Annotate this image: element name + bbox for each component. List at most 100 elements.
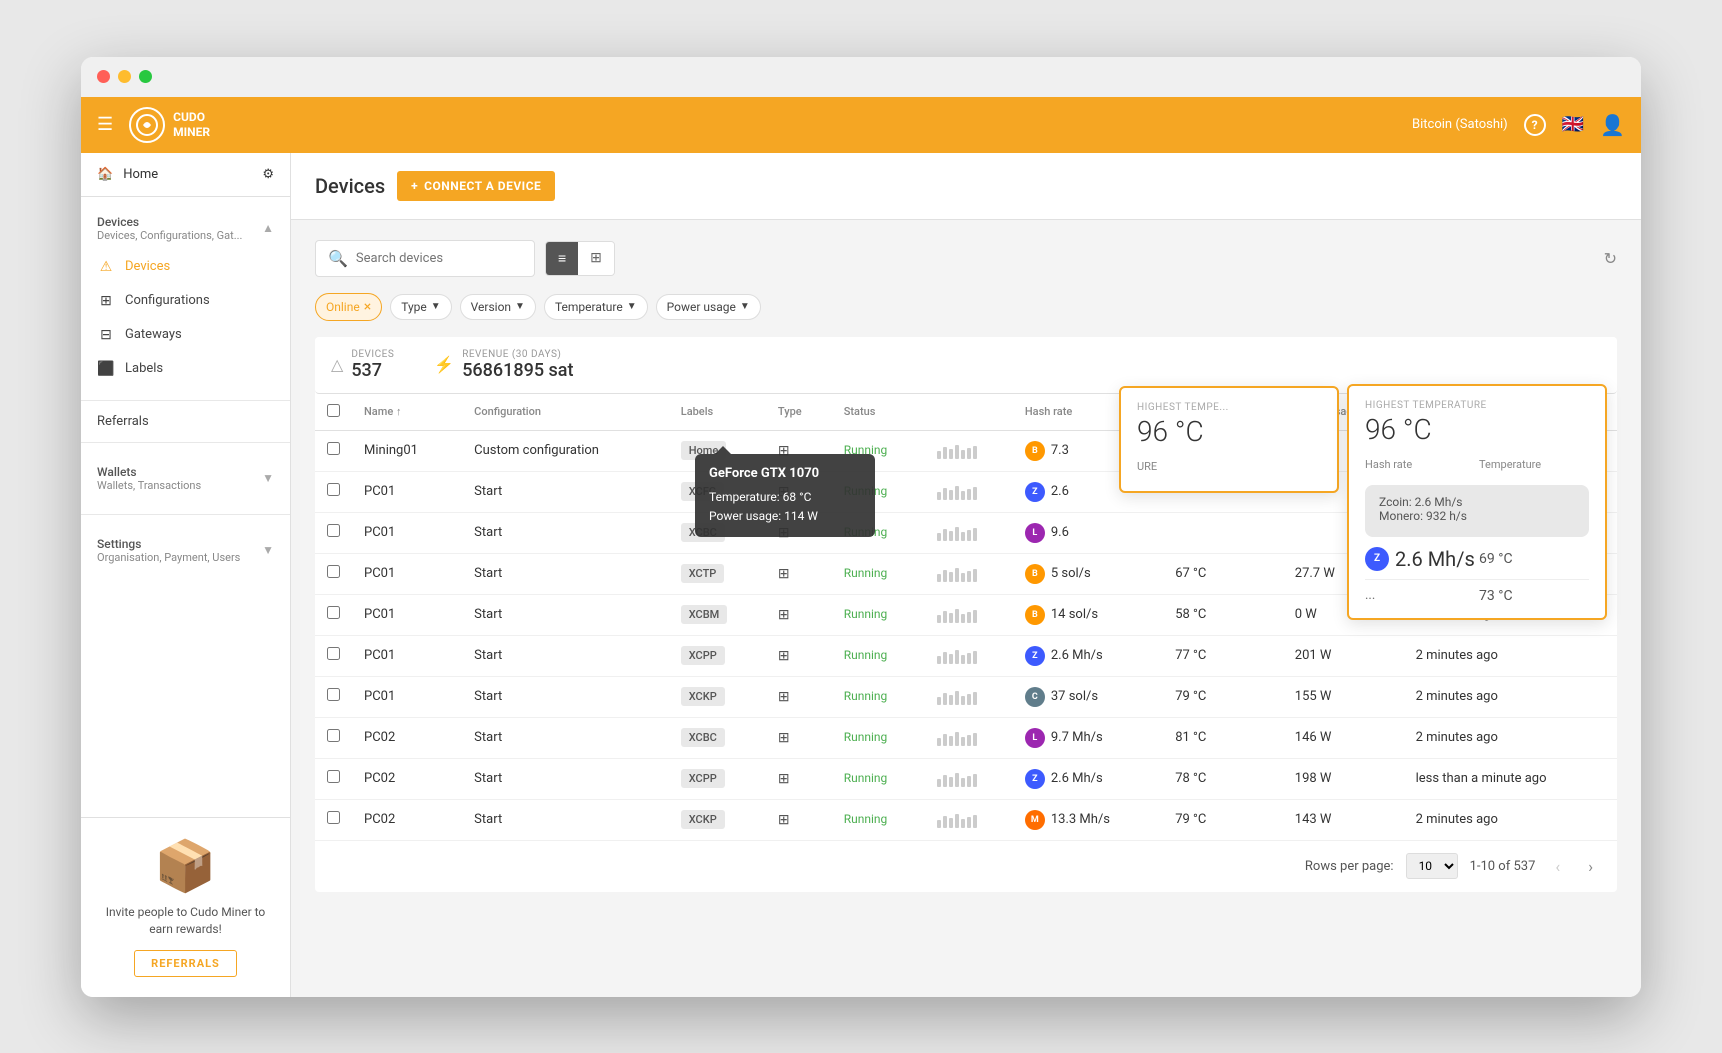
row-hashrate: M 13.3 Mh/s bbox=[1013, 799, 1163, 840]
filter-chip-online[interactable]: Online × bbox=[315, 293, 382, 321]
search-box[interactable]: 🔍 bbox=[315, 240, 535, 277]
wallets-expand-icon[interactable]: ▼ bbox=[262, 471, 274, 485]
rows-per-page-select[interactable]: 10 25 50 bbox=[1406, 853, 1458, 879]
table-row[interactable]: PC02 Start XCKP ⊞ Running M 13.3 Mh/s 79… bbox=[315, 799, 1617, 840]
th-type: Type bbox=[766, 394, 832, 431]
settings-expand-icon[interactable]: ▼ bbox=[262, 543, 274, 557]
sidebar-wallets-header[interactable]: Wallets Wallets, Transactions ▼ bbox=[81, 457, 290, 500]
sidebar-collapse-icon[interactable]: ▲ bbox=[262, 221, 274, 235]
sidebar-wallets-title: Wallets bbox=[97, 465, 201, 479]
row-lastseen: 2 minutes ago bbox=[1404, 635, 1617, 676]
filter-power-label: Power usage bbox=[667, 300, 736, 314]
revenue-stat: ⚡ REVENUE (30 DAYS) 56861895 sat bbox=[434, 349, 573, 381]
row-checkbox[interactable] bbox=[327, 442, 340, 455]
row-checkbox[interactable] bbox=[327, 770, 340, 783]
row-type: ⊞ bbox=[766, 635, 832, 676]
prev-page-button[interactable]: ‹ bbox=[1547, 853, 1568, 880]
hover-card-row2-temp: 73 °C bbox=[1479, 588, 1589, 604]
row-checkbox[interactable] bbox=[327, 565, 340, 578]
row-bars bbox=[925, 717, 1013, 758]
row-checkbox[interactable] bbox=[327, 647, 340, 660]
row-temp: 79 °C bbox=[1163, 799, 1283, 840]
home-label: Home bbox=[123, 167, 158, 182]
help-icon[interactable]: ? bbox=[1524, 114, 1546, 136]
list-view-button[interactable]: ≡ bbox=[546, 242, 578, 275]
row-temp: 78 °C bbox=[1163, 758, 1283, 799]
row-checkbox-cell bbox=[315, 758, 352, 799]
th-name[interactable]: Name ↑ bbox=[352, 394, 462, 431]
search-input[interactable] bbox=[356, 251, 522, 266]
sidebar-item-gateways[interactable]: ⊟ Gateways bbox=[81, 318, 290, 352]
row-checkbox[interactable] bbox=[327, 524, 340, 537]
settings-gear-icon[interactable]: ⚙ bbox=[262, 167, 274, 182]
sidebar-settings-header[interactable]: Settings Organisation, Payment, Users ▼ bbox=[81, 529, 290, 572]
page-range-label: 1-10 of 537 bbox=[1470, 859, 1536, 874]
revenue-stat-label: REVENUE (30 DAYS) bbox=[462, 349, 573, 360]
hover-card-inner-temp: 69 °C bbox=[1479, 551, 1589, 567]
table-row[interactable]: PC02 Start XCPP ⊞ Running Z 2.6 Mh/s 78 … bbox=[315, 758, 1617, 799]
plus-icon: + bbox=[411, 179, 418, 193]
row-checkbox[interactable] bbox=[327, 811, 340, 824]
row-config: Start bbox=[462, 512, 669, 553]
row-name: PC02 bbox=[352, 717, 462, 758]
row-checkbox[interactable] bbox=[327, 606, 340, 619]
row-checkbox[interactable] bbox=[327, 729, 340, 742]
next-page-button[interactable]: › bbox=[1580, 853, 1601, 880]
row-checkbox-cell bbox=[315, 594, 352, 635]
table-row[interactable]: PC01 Start XCKP ⊞ Running C 37 sol/s 79 … bbox=[315, 676, 1617, 717]
hover-card-inner-title: Zcoin: 2.6 Mh/sMonero: 932 h/s bbox=[1379, 495, 1575, 523]
row-power: 143 W bbox=[1283, 799, 1404, 840]
row-hashrate: Z 2.6 Mh/s bbox=[1013, 758, 1163, 799]
th-checkbox bbox=[315, 394, 352, 431]
temp-chevron-icon: ▼ bbox=[627, 301, 637, 312]
row-checkbox-cell bbox=[315, 676, 352, 717]
filter-remove-icon[interactable]: × bbox=[364, 299, 371, 315]
gateways-icon: ⊟ bbox=[97, 327, 115, 343]
view-toggle: ≡ ⊞ bbox=[545, 241, 615, 276]
row-bars bbox=[925, 799, 1013, 840]
hamburger-icon[interactable]: ☰ bbox=[97, 114, 113, 135]
row-label: XCTP bbox=[669, 553, 766, 594]
sidebar-item-referrals[interactable]: Referrals bbox=[81, 405, 290, 438]
hover-card-left: HIGHEST TEMPE... 96 °C URE bbox=[1119, 386, 1339, 493]
hover-card-hash-col-header: Hash rate bbox=[1365, 458, 1475, 471]
select-all-checkbox[interactable] bbox=[327, 404, 340, 417]
table-row[interactable]: PC02 Start XCBC ⊞ Running L 9.7 Mh/s 81 … bbox=[315, 717, 1617, 758]
sidebar-item-configurations[interactable]: ⊞ Configurations bbox=[81, 284, 290, 318]
row-checkbox[interactable] bbox=[327, 688, 340, 701]
connect-device-button[interactable]: + CONNECT A DEVICE bbox=[397, 171, 555, 201]
row-name: PC01 bbox=[352, 471, 462, 512]
row-status: Running bbox=[832, 676, 925, 717]
row-bars bbox=[925, 430, 1013, 471]
th-bars bbox=[925, 394, 1013, 431]
filter-chip-power[interactable]: Power usage ▼ bbox=[656, 294, 761, 320]
toolbar: 🔍 ≡ ⊞ ↻ bbox=[315, 240, 1617, 277]
maximize-button[interactable] bbox=[139, 70, 152, 83]
sidebar-divider-2 bbox=[81, 442, 290, 443]
flag-icon[interactable]: 🇬🇧 bbox=[1562, 114, 1584, 135]
filter-chip-type[interactable]: Type ▼ bbox=[390, 294, 451, 320]
sidebar-divider-3 bbox=[81, 514, 290, 515]
tooltip-arrow bbox=[715, 446, 731, 454]
table-wrapper: Name ↑ Configuration Labels Type Status … bbox=[315, 394, 1617, 841]
filter-chip-version[interactable]: Version ▼ bbox=[460, 294, 536, 320]
sidebar-item-labels[interactable]: ⬛ Labels bbox=[81, 352, 290, 386]
grid-view-button[interactable]: ⊞ bbox=[578, 242, 614, 275]
sidebar-item-devices[interactable]: ⚠ Devices bbox=[81, 250, 290, 284]
referrals-button[interactable]: REFERRALS bbox=[134, 950, 237, 977]
minimize-button[interactable] bbox=[118, 70, 131, 83]
devices-table-container: △ DEVICES 537 ⚡ REVENUE (30 DAYS) bbox=[315, 337, 1617, 892]
version-chevron-icon: ▼ bbox=[515, 301, 525, 312]
connect-btn-label: CONNECT A DEVICE bbox=[424, 179, 541, 193]
table-row[interactable]: PC01 Start XCPP ⊞ Running Z 2.6 Mh/s 77 … bbox=[315, 635, 1617, 676]
content-body: 🔍 ≡ ⊞ ↻ Online × bbox=[291, 220, 1641, 912]
filter-chip-temperature[interactable]: Temperature ▼ bbox=[544, 294, 648, 320]
close-button[interactable] bbox=[97, 70, 110, 83]
sidebar-home-item[interactable]: 🏠 Home ⚙ bbox=[81, 153, 290, 197]
row-checkbox[interactable] bbox=[327, 483, 340, 496]
row-type: ⊞ bbox=[766, 717, 832, 758]
refresh-button[interactable]: ↻ bbox=[1604, 249, 1617, 268]
profile-icon[interactable]: 👤 bbox=[1600, 113, 1625, 137]
sidebar-item-devices-label: Devices bbox=[125, 259, 170, 274]
sidebar-item-labels-label: Labels bbox=[125, 361, 163, 376]
